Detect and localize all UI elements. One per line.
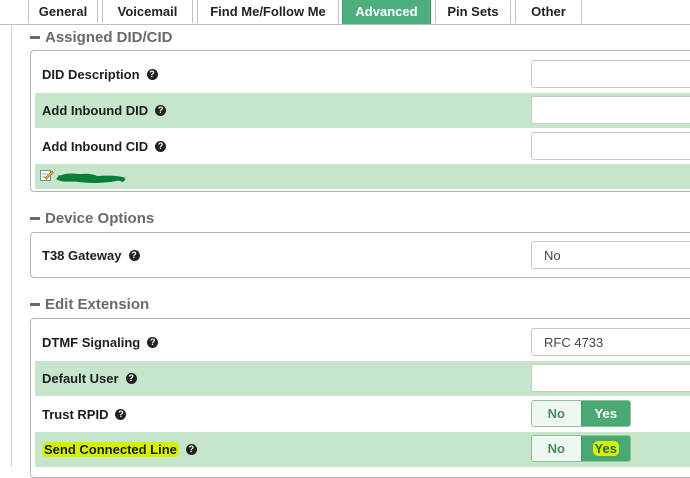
add-inbound-cid-text: Add Inbound CID (42, 139, 149, 154)
section-title: Device Options (45, 209, 155, 227)
tab-other[interactable]: Other (515, 0, 582, 23)
default-user-text: Default User (42, 371, 119, 386)
help-icon[interactable]: ? (147, 337, 159, 348)
tab-advanced[interactable]: Advanced (342, 0, 431, 24)
send-connected-line-toggle[interactable]: No Yes (531, 435, 631, 462)
trust-rpid-yes-option[interactable]: Yes (580, 401, 630, 426)
t38-gateway-text: T38 Gateway (42, 248, 122, 263)
t38-gateway-row: T38 Gateway ? No (35, 238, 690, 273)
content-left-border (11, 24, 12, 466)
default-user-label: Default User ? (42, 361, 137, 396)
send-connected-line-yes-text: Yes (592, 441, 619, 456)
assigned-did-entry-row (35, 164, 690, 189)
send-connected-line-text: Send Connected Line (42, 442, 179, 457)
trust-rpid-row: Trust RPID ? No Yes (35, 397, 690, 432)
t38-gateway-select[interactable]: No (531, 241, 690, 269)
section-title: Edit Extension (45, 295, 150, 313)
add-inbound-did-row: Add Inbound DID ? (35, 93, 690, 128)
dtmf-signaling-select[interactable]: RFC 4733 (531, 328, 690, 356)
device-options-panel: T38 Gateway ? No (30, 232, 690, 278)
dtmf-signaling-row: DTMF Signaling ? RFC 4733 (35, 325, 690, 360)
tab-bar: General Voicemail Find Me/Follow Me Adva… (0, 0, 690, 25)
did-description-row: DID Description ? (35, 57, 690, 92)
send-connected-line-row: Send Connected Line ? No Yes (35, 432, 690, 467)
help-icon[interactable]: ? (185, 444, 197, 455)
add-inbound-cid-input[interactable] (531, 132, 690, 160)
collapse-icon (30, 35, 40, 39)
help-icon[interactable]: ? (125, 373, 137, 384)
help-icon[interactable]: ? (155, 105, 167, 116)
send-connected-line-yes-option[interactable]: Yes (580, 436, 630, 461)
did-description-text: DID Description (42, 67, 140, 82)
trust-rpid-label: Trust RPID ? (42, 397, 127, 432)
did-description-label: DID Description ? (42, 57, 158, 92)
add-inbound-did-text: Add Inbound DID (42, 103, 149, 118)
did-description-input[interactable] (531, 60, 690, 88)
trust-rpid-text: Trust RPID (42, 407, 109, 422)
collapse-icon (30, 216, 40, 220)
tab-pin-sets[interactable]: Pin Sets (435, 0, 511, 23)
dtmf-signaling-label: DTMF Signaling ? (42, 325, 159, 360)
add-inbound-cid-label: Add Inbound CID ? (42, 129, 167, 164)
edit-extension-panel: DTMF Signaling ? RFC 4733 Default User ?… (30, 318, 690, 478)
send-connected-line-no-option[interactable]: No (532, 436, 581, 461)
help-icon[interactable]: ? (115, 409, 127, 420)
trust-rpid-toggle[interactable]: No Yes (531, 400, 631, 427)
redaction-scribble (56, 173, 126, 183)
section-header-edit[interactable]: Edit Extension (30, 294, 149, 314)
assigned-did-cid-panel: DID Description ? Add Inbound DID ? Add … (30, 50, 690, 192)
section-title: Assigned DID/CID (45, 28, 173, 46)
tab-voicemail[interactable]: Voicemail (102, 0, 193, 23)
dtmf-signaling-text: DTMF Signaling (42, 335, 141, 350)
add-inbound-cid-row: Add Inbound CID ? (35, 129, 690, 164)
help-icon[interactable]: ? (146, 69, 158, 80)
send-connected-line-label: Send Connected Line ? (42, 432, 197, 467)
tab-general[interactable]: General (28, 0, 98, 23)
collapse-icon (30, 302, 40, 306)
t38-gateway-label: T38 Gateway ? (42, 238, 140, 273)
trust-rpid-no-option[interactable]: No (532, 401, 581, 426)
section-header-device[interactable]: Device Options (30, 208, 154, 228)
default-user-row: Default User ? (35, 361, 690, 396)
tab-find-me-follow-me[interactable]: Find Me/Follow Me (197, 0, 339, 23)
help-icon[interactable]: ? (128, 250, 140, 261)
default-user-input[interactable] (531, 364, 690, 392)
help-icon[interactable]: ? (155, 141, 167, 152)
edit-icon[interactable] (40, 169, 54, 187)
add-inbound-did-label: Add Inbound DID ? (42, 93, 167, 128)
add-inbound-did-input[interactable] (531, 96, 690, 124)
section-header-assigned[interactable]: Assigned DID/CID (30, 27, 173, 47)
